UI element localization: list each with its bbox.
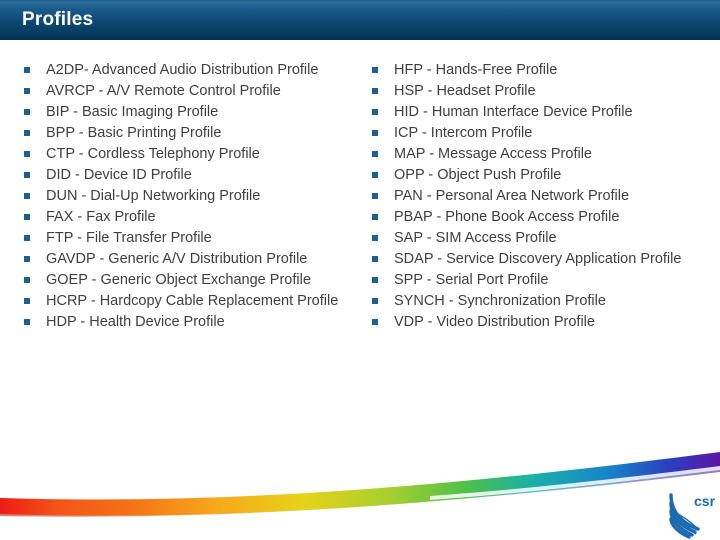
bullet-square-icon [372,172,378,178]
list-item-label: PAN - Personal Area Network Profile [394,188,630,204]
list-item-label: SPP - Serial Port Profile [394,272,549,288]
list-item: MAP - Message Access Profile [370,144,700,165]
bullet-square-icon [372,298,378,304]
bullet-square-icon [24,151,30,157]
bullet-square-icon [372,319,378,325]
list-item: DID - Device ID Profile [22,165,352,186]
list-item-label: HFP - Hands-Free Profile [394,62,558,78]
list-item-label: CTP - Cordless Telephony Profile [46,146,260,162]
bullet-square-icon [24,88,30,94]
list-item-label: VDP - Video Distribution Profile [394,314,595,330]
bullet-square-icon [372,256,378,262]
list-item-label: SAP - SIM Access Profile [394,230,557,246]
slide-content: A2DP- Advanced Audio Distribution Profil… [0,40,720,460]
list-item: SPP - Serial Port Profile [370,270,700,291]
list-item-label: OPP - Object Push Profile [394,167,562,183]
list-item-label: AVRCP - A/V Remote Control Profile [46,83,281,99]
list-item-label: MAP - Message Access Profile [394,146,592,162]
bullet-square-icon [24,256,30,262]
csr-logo-wordmark: csr [694,493,716,509]
list-item: HCRP - Hardcopy Cable Replacement Profil… [22,291,352,312]
list-item-label: BIP - Basic Imaging Profile [46,104,219,120]
bullet-square-icon [24,298,30,304]
list-item-label: SYNCH - Synchronization Profile [394,293,606,309]
list-item: GAVDP - Generic A/V Distribution Profile [22,249,352,270]
page-title: Profiles [22,9,94,30]
list-item: PBAP - Phone Book Access Profile [370,207,700,228]
list-item-label: BPP - Basic Printing Profile [46,125,222,141]
bullet-square-icon [24,235,30,241]
list-item-label: HID - Human Interface Device Profile [394,104,633,120]
list-item: AVRCP - A/V Remote Control Profile [22,81,352,102]
list-item: FAX - Fax Profile [22,207,352,228]
list-item-label: ICP - Intercom Profile [394,125,533,141]
list-item: HSP - Headset Profile [370,81,700,102]
list-item: A2DP- Advanced Audio Distribution Profil… [22,60,352,81]
list-item-label: GAVDP - Generic A/V Distribution Profile [46,251,308,267]
list-item: ICP - Intercom Profile [370,123,700,144]
list-item-label: A2DP- Advanced Audio Distribution Profil… [46,62,319,78]
bullet-square-icon [372,235,378,241]
list-item: VDP - Video Distribution Profile [370,312,700,333]
bullet-square-icon [24,277,30,283]
list-item: SDAP - Service Discovery Application Pro… [370,249,700,270]
bullet-square-icon [24,214,30,220]
list-item-label: FAX - Fax Profile [46,209,156,225]
list-item: FTP - File Transfer Profile [22,228,352,249]
swoosh-main-band [0,452,720,516]
swoosh-shadow-band [0,462,720,517]
profiles-column-right: HFP - Hands-Free Profile HSP - Headset P… [370,60,700,333]
profile-list-right: HFP - Hands-Free Profile HSP - Headset P… [370,60,700,333]
profiles-column-left: A2DP- Advanced Audio Distribution Profil… [22,60,352,333]
list-item: BPP - Basic Printing Profile [22,123,352,144]
bullet-square-icon [372,67,378,73]
list-item-label: HCRP - Hardcopy Cable Replacement Profil… [46,293,339,309]
list-item: GOEP - Generic Object Exchange Profile [22,270,352,291]
list-item-label: PBAP - Phone Book Access Profile [394,209,620,225]
bullet-square-icon [372,130,378,136]
list-item-label: FTP - File Transfer Profile [46,230,212,246]
list-item: HID - Human Interface Device Profile [370,102,700,123]
list-item-label: GOEP - Generic Object Exchange Profile [46,272,311,288]
list-item-label: DUN - Dial-Up Networking Profile [46,188,261,204]
bullet-square-icon [372,109,378,115]
bullet-square-icon [24,172,30,178]
bullet-square-icon [372,277,378,283]
bullet-square-icon [372,88,378,94]
list-item-label: HSP - Headset Profile [394,83,536,99]
list-item-label: DID - Device ID Profile [46,167,192,183]
list-item: DUN - Dial-Up Networking Profile [22,186,352,207]
list-item-label: SDAP - Service Discovery Application Pro… [394,251,682,267]
bullet-square-icon [24,193,30,199]
list-item: SAP - SIM Access Profile [370,228,700,249]
bullet-square-icon [24,67,30,73]
list-item: CTP - Cordless Telephony Profile [22,144,352,165]
bullet-square-icon [372,151,378,157]
list-item-label: HDP - Health Device Profile [46,314,225,330]
bullet-square-icon [24,130,30,136]
bullet-square-icon [24,319,30,325]
list-item: PAN - Personal Area Network Profile [370,186,700,207]
list-item: BIP - Basic Imaging Profile [22,102,352,123]
list-item: HFP - Hands-Free Profile [370,60,700,81]
list-item: OPP - Object Push Profile [370,165,700,186]
list-item: HDP - Health Device Profile [22,312,352,333]
header-bar: Profiles [0,0,720,40]
csr-logo: csr [669,493,716,539]
profile-list-left: A2DP- Advanced Audio Distribution Profil… [22,60,352,333]
bullet-square-icon [372,193,378,199]
list-item: SYNCH - Synchronization Profile [370,291,700,312]
bullet-square-icon [372,214,378,220]
bullet-square-icon [24,109,30,115]
